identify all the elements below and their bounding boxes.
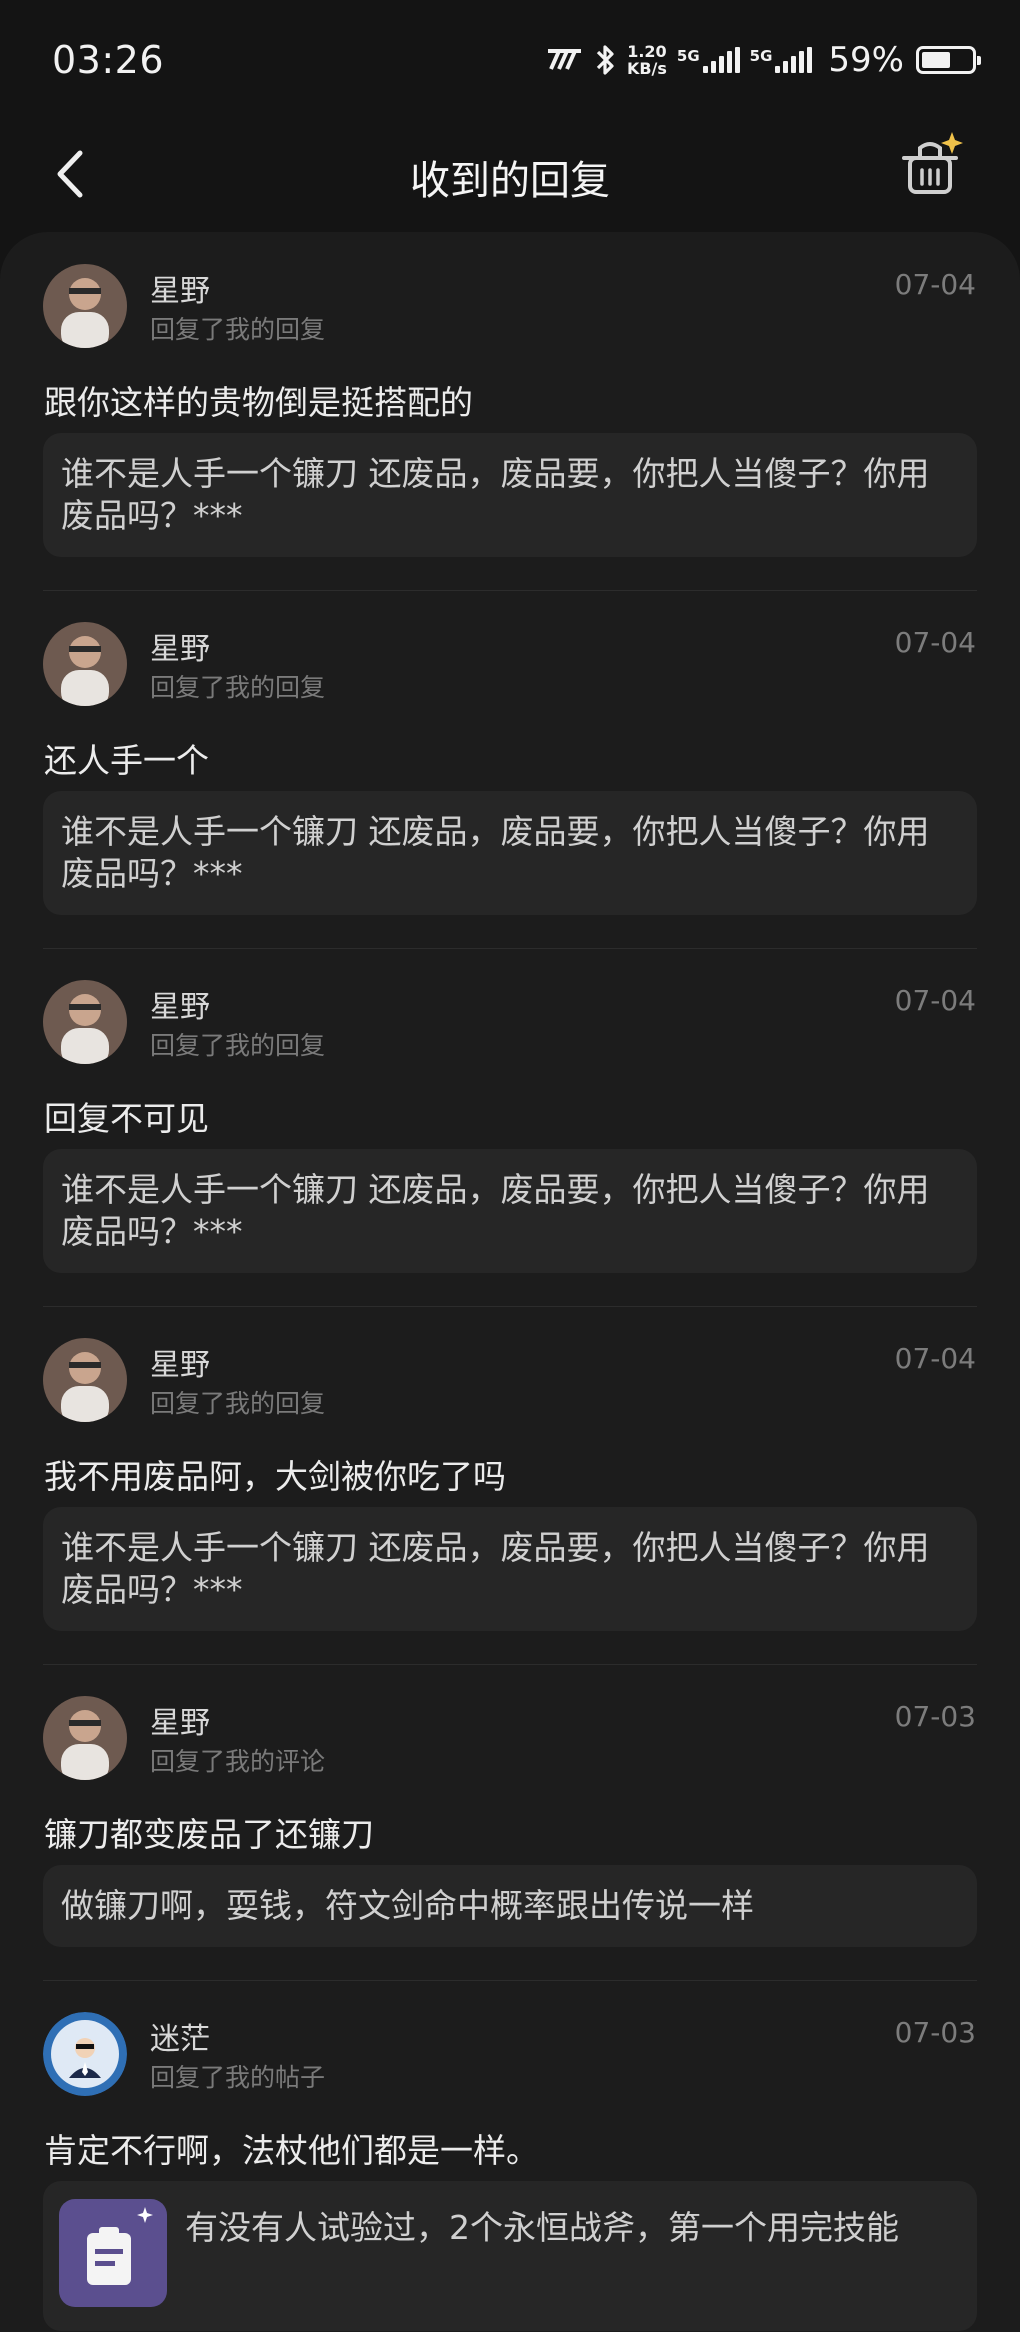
reply-text: 跟你这样的贵物倒是挺搭配的 bbox=[44, 383, 473, 422]
network-speed: 1.20 KB/s bbox=[627, 43, 667, 77]
status-bar: 03:26 1.20 KB/s 5G 5G 59% bbox=[0, 0, 1020, 120]
bluetooth-icon bbox=[596, 45, 614, 75]
reply-action-label: 回复了我的帖子 bbox=[150, 2063, 326, 2092]
page-title: 收到的回复 bbox=[410, 158, 610, 204]
username[interactable]: 星野 bbox=[150, 982, 210, 1026]
reply-text: 我不用废品阿，大剑被你吃了吗 bbox=[44, 1457, 506, 1496]
reply-action-label: 回复了我的回复 bbox=[150, 1031, 326, 1060]
divider bbox=[43, 1980, 977, 1981]
username[interactable]: 星野 bbox=[150, 1698, 210, 1742]
quoted-content[interactable]: 谁不是人手一个镰刀 还废品，废品要，你把人当傻子？你用废品吗？*** bbox=[43, 1149, 977, 1273]
reply-text: 镰刀都变废品了还镰刀 bbox=[44, 1815, 374, 1854]
divider bbox=[43, 1664, 977, 1665]
reply-date: 07-03 bbox=[894, 1700, 976, 1733]
basket-sparkle-icon bbox=[902, 132, 963, 194]
quoted-post-text: 有没有人试验过，2个永恒战斧，第一个用完技能 bbox=[185, 2208, 899, 2247]
quoted-post[interactable]: 有没有人试验过，2个永恒战斧，第一个用完技能 bbox=[43, 2181, 977, 2331]
reply-date: 07-03 bbox=[894, 2016, 976, 2049]
status-icons: 1.20 KB/s 5G 5G 59% bbox=[547, 36, 981, 84]
username[interactable]: 迷茫 bbox=[150, 2014, 210, 2058]
reply-list-panel: 星野 回复了我的回复 07-04 跟你这样的贵物倒是挺搭配的 谁不是人手一个镰刀… bbox=[0, 232, 1020, 2332]
reply-date: 07-04 bbox=[894, 984, 976, 1017]
avatar[interactable] bbox=[43, 264, 127, 348]
document-icon bbox=[87, 2207, 153, 2285]
reply-date: 07-04 bbox=[894, 1342, 976, 1375]
reply-action-label: 回复了我的回复 bbox=[150, 1389, 326, 1418]
quoted-content[interactable]: 谁不是人手一个镰刀 还废品，废品要，你把人当傻子？你用废品吗？*** bbox=[43, 791, 977, 915]
username[interactable]: 星野 bbox=[150, 1340, 210, 1384]
battery-icon bbox=[916, 46, 981, 74]
username[interactable]: 星野 bbox=[150, 266, 210, 310]
avatar[interactable] bbox=[43, 980, 127, 1064]
avatar[interactable] bbox=[43, 1696, 127, 1780]
divider bbox=[43, 590, 977, 591]
signal-bars-icon bbox=[702, 47, 740, 73]
reply-text: 回复不可见 bbox=[44, 1099, 209, 1138]
divider bbox=[43, 1306, 977, 1307]
avatar[interactable] bbox=[43, 1338, 127, 1422]
avatar[interactable] bbox=[43, 622, 127, 706]
battery-percent: 59% bbox=[828, 40, 904, 80]
signal-bars-icon bbox=[775, 47, 813, 73]
app-header: 收到的回复 bbox=[0, 120, 1020, 230]
reply-text: 还人手一个 bbox=[44, 741, 209, 780]
clock: 03:26 bbox=[52, 38, 165, 82]
quoted-content[interactable]: 谁不是人手一个镰刀 还废品，废品要，你把人当傻子？你用废品吗？*** bbox=[43, 1507, 977, 1631]
post-thumbnail bbox=[59, 2199, 167, 2307]
nfc-icon bbox=[547, 49, 581, 70]
divider bbox=[43, 948, 977, 949]
quoted-content[interactable]: 谁不是人手一个镰刀 还废品，废品要，你把人当傻子？你用废品吗？*** bbox=[43, 433, 977, 557]
sim1-label: 5G bbox=[676, 47, 700, 65]
network-speed-value: 1.20 bbox=[627, 42, 667, 61]
reply-action-label: 回复了我的评论 bbox=[150, 1747, 326, 1776]
reply-action-label: 回复了我的回复 bbox=[150, 315, 326, 344]
avatar[interactable] bbox=[43, 2012, 127, 2096]
clear-button[interactable] bbox=[898, 124, 968, 204]
reply-date: 07-04 bbox=[894, 626, 976, 659]
sim1-signal: 5G bbox=[677, 47, 740, 73]
reply-action-label: 回复了我的回复 bbox=[150, 673, 326, 702]
username[interactable]: 星野 bbox=[150, 624, 210, 668]
reply-date: 07-04 bbox=[894, 268, 976, 301]
quoted-content[interactable]: 做镰刀啊，耍钱，符文剑命中概率跟出传说一样 bbox=[43, 1865, 977, 1947]
sim2-signal: 5G bbox=[750, 47, 813, 73]
sim2-label: 5G bbox=[749, 47, 773, 65]
reply-text: 肯定不行啊，法杖他们都是一样。 bbox=[44, 2131, 539, 2170]
network-speed-unit: KB/s bbox=[626, 59, 667, 78]
